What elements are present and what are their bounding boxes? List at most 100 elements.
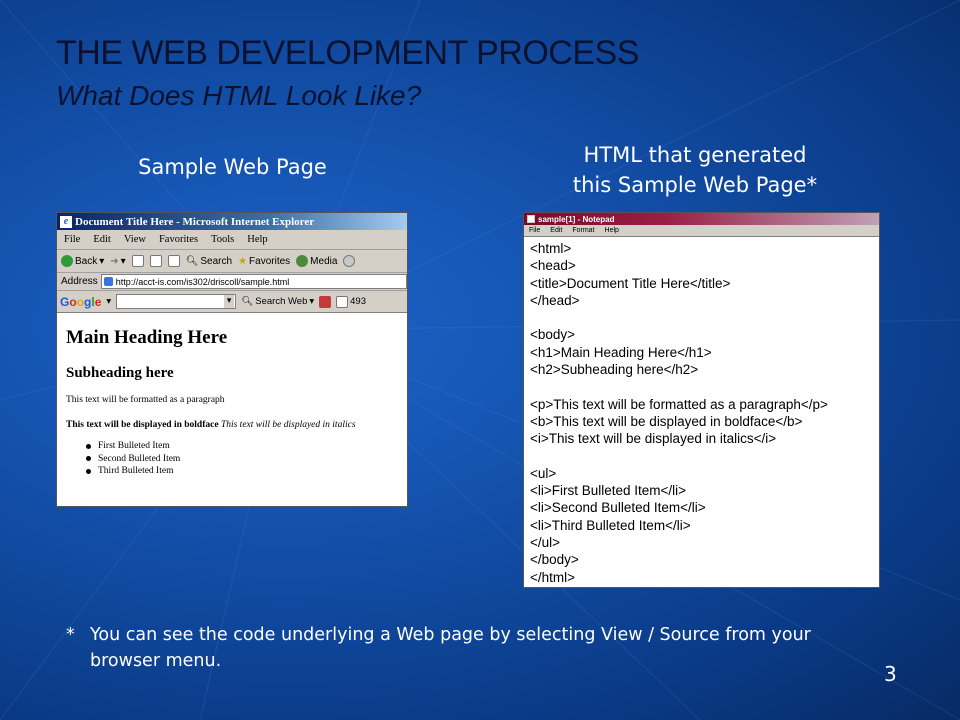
page-bold-text: This text will be displayed in boldface — [66, 420, 219, 430]
forward-arrow-icon: ➜ — [110, 255, 119, 267]
code-line: <li>Second Bulleted Item</li> — [530, 500, 706, 516]
code-line: <body> — [530, 327, 576, 343]
media-button[interactable]: Media — [296, 255, 337, 267]
search-label: Search — [200, 255, 233, 267]
list-item-text: Second Bulleted Item — [98, 453, 181, 464]
back-button[interactable]: Back ▾ — [61, 255, 104, 267]
address-bar: Address http://acct-is.com/is302/driscol… — [57, 273, 407, 291]
ie-icon: e — [60, 215, 72, 228]
search-web-icon: 🔍︎ — [241, 296, 254, 307]
bullet-icon — [86, 456, 91, 462]
notepad-icon — [527, 215, 535, 223]
menu-tools[interactable]: Tools — [211, 234, 234, 245]
page-subheading: Subheading here — [66, 365, 174, 381]
home-icon[interactable] — [167, 255, 180, 267]
code-line: <p>This text will be formatted as a para… — [530, 396, 828, 412]
footnote-marker: * — [66, 625, 75, 645]
code-line: <html> — [530, 241, 572, 256]
bullet-icon — [86, 468, 91, 474]
google-search-input[interactable] — [116, 294, 237, 309]
code-line: <li>First Bulleted Item</li> — [530, 483, 687, 499]
chevron-down-icon: ▾ — [120, 255, 126, 267]
caption-sample-web-page: Sample Web Page — [138, 155, 327, 179]
google-logo: Google — [60, 294, 102, 309]
page-icon — [103, 277, 113, 286]
chevron-down-icon: ▾ — [99, 255, 105, 267]
address-input[interactable]: http://acct-is.com/is302/driscoll/sample… — [100, 274, 407, 289]
page-number: 3 — [884, 662, 897, 686]
notepad-window: sample[1] - Notepad File Edit Format Hel… — [523, 212, 880, 588]
favorites-star-icon: ★ — [238, 255, 248, 267]
page-bulleted-list: First Bulleted Item Second Bulleted Item… — [66, 440, 399, 478]
list-item: Third Bulleted Item — [86, 465, 399, 478]
code-line: </ul> — [530, 535, 561, 551]
caption-right-line1: HTML that generated — [583, 143, 807, 167]
code-line: <li>Third Bulleted Item</li> — [530, 517, 691, 533]
code-line: </body> — [530, 552, 579, 568]
stop-icon[interactable] — [131, 255, 144, 267]
code-line: <head> — [530, 258, 576, 274]
code-line: <ul> — [530, 465, 557, 481]
notepad-menubar: File Edit Format Help — [524, 225, 879, 237]
browser-menubar: File Edit View Favorites Tools Help — [57, 230, 407, 250]
slide-subtitle: What Does HTML Look Like? — [56, 80, 422, 111]
google-dropdown-icon[interactable]: ▾ — [106, 296, 111, 307]
code-line: <title>Document Title Here</title> — [530, 275, 731, 291]
address-value: http://acct-is.com/is302/driscoll/sample… — [115, 276, 290, 287]
page-bold-italic-line: This text will be displayed in boldface … — [66, 420, 399, 430]
notepad-menu-file[interactable]: File — [529, 227, 540, 234]
slide-title: THE WEB DEVELOPMENT PROCESS — [56, 34, 639, 72]
notepad-title: sample[1] - Notepad — [538, 214, 615, 224]
news-icon[interactable] — [319, 295, 332, 308]
chevron-down-icon: ▾ — [309, 296, 315, 307]
bullet-icon — [86, 443, 91, 449]
notepad-menu-edit[interactable]: Edit — [550, 227, 562, 234]
search-button[interactable]: 🔍︎ Search — [186, 256, 232, 267]
menu-help[interactable]: Help — [247, 234, 267, 245]
browser-page-content: Main Heading Here Subheading here This t… — [57, 313, 407, 478]
code-line: <h1>Main Heading Here</h1> — [530, 344, 712, 360]
list-item-text: Third Bulleted Item — [98, 466, 174, 476]
menu-edit[interactable]: Edit — [93, 234, 111, 245]
code-line: <b>This text will be displayed in boldfa… — [530, 413, 803, 429]
search-web-label: Search Web — [255, 296, 308, 307]
back-arrow-icon — [61, 255, 73, 267]
address-label: Address — [61, 276, 98, 287]
search-icon: 🔍︎ — [185, 255, 199, 267]
menu-favorites[interactable]: Favorites — [159, 234, 198, 245]
browser-window: e Document Title Here - Microsoft Intern… — [56, 212, 408, 507]
list-item: Second Bulleted Item — [86, 453, 399, 466]
notepad-menu-format[interactable]: Format — [572, 227, 594, 234]
refresh-icon[interactable] — [149, 255, 162, 267]
popup-blocker-button[interactable]: 493 — [336, 295, 366, 308]
page-main-heading: Main Heading Here — [66, 327, 228, 348]
list-item-text: First Bulleted Item — [98, 441, 170, 451]
google-toolbar: Google ▾ 🔍︎ Search Web ▾ 493 — [57, 291, 407, 313]
caption-right-line2: this Sample Web Page* — [572, 173, 818, 197]
list-item: First Bulleted Item — [86, 440, 399, 453]
code-line: </html> — [530, 569, 576, 585]
page-italic-text: This text will be displayed in italics — [220, 420, 356, 430]
browser-toolbar: Back ▾ ➜ ▾ 🔍︎ Search ★ Favorites Media — [57, 250, 407, 273]
notepad-text-area[interactable]: <html> <head> <title>Document Title Here… — [524, 237, 879, 586]
favorites-label: Favorites — [249, 255, 291, 267]
menu-view[interactable]: View — [124, 234, 146, 245]
browser-title: Document Title Here - Microsoft Internet… — [75, 215, 315, 228]
code-line: </head> — [530, 292, 580, 308]
menu-file[interactable]: File — [64, 234, 80, 245]
notepad-menu-help[interactable]: Help — [605, 227, 619, 234]
footnote-text: You can see the code underlying a Web pa… — [90, 625, 811, 671]
notepad-titlebar: sample[1] - Notepad — [524, 213, 879, 225]
footnote: * You can see the code underlying a Web … — [66, 622, 886, 674]
popup-blocker-icon — [336, 295, 349, 308]
favorites-button[interactable]: ★ Favorites — [238, 256, 290, 267]
search-web-button[interactable]: 🔍︎ Search Web ▾ — [241, 296, 314, 307]
page-paragraph: This text will be formatted as a paragra… — [66, 395, 225, 405]
popup-count: 493 — [350, 296, 366, 307]
history-icon[interactable] — [343, 255, 356, 267]
media-label: Media — [310, 255, 338, 267]
forward-button[interactable]: ➜ ▾ — [110, 256, 125, 267]
